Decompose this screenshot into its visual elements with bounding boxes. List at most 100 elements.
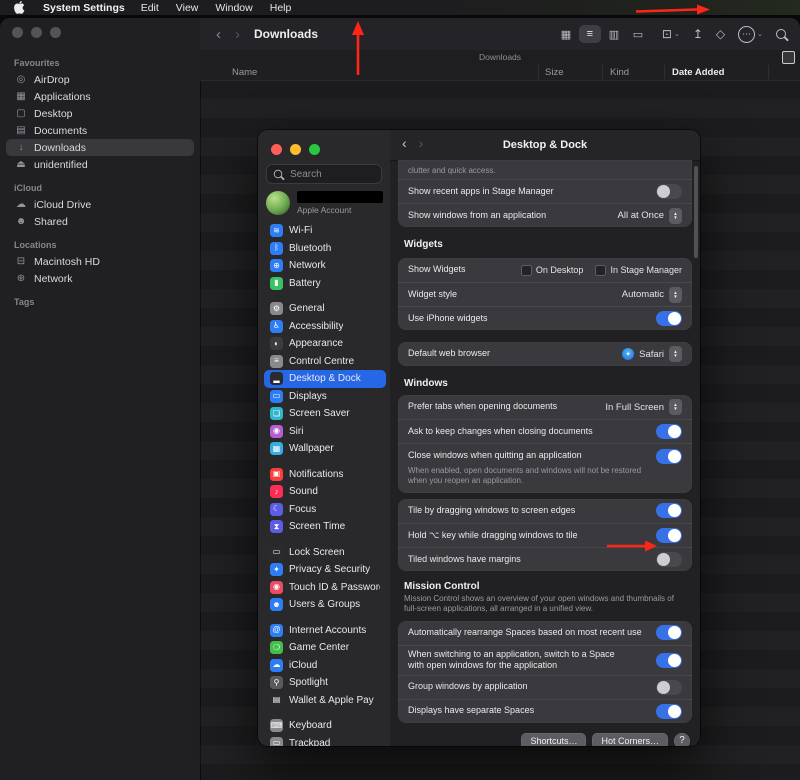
menu-item[interactable]: Edit [141, 2, 159, 14]
back-icon[interactable]: ‹ [402, 136, 407, 150]
list-view-icon[interactable]: ≡ [578, 25, 601, 43]
settings-sidebar-item[interactable]: ◉ Siri [264, 423, 386, 441]
settings-search-field[interactable] [266, 164, 382, 184]
toggle-group-windows[interactable] [656, 679, 682, 695]
column-header-size[interactable]: Size [545, 64, 563, 80]
menu-item[interactable]: Window [215, 2, 252, 14]
forward-icon[interactable]: › [235, 27, 240, 42]
zoom-button[interactable] [50, 27, 61, 38]
toggle-close-windows-on-quit[interactable] [656, 448, 682, 464]
finder-sidebar-item[interactable]: ▦ Applications [6, 88, 194, 105]
zoom-button[interactable] [309, 144, 320, 155]
select-widget-style[interactable]: Automatic ▲ ▼ [622, 286, 682, 303]
toggle-rearrange-spaces[interactable] [656, 625, 682, 641]
back-icon[interactable]: ‹ [216, 27, 221, 42]
close-button[interactable] [12, 27, 23, 38]
finder-sidebar-item[interactable]: ↓ Downloads [6, 139, 194, 156]
toggle-separate-spaces[interactable] [656, 703, 682, 719]
select-prefer-tabs[interactable]: In Full Screen ▲ ▼ [605, 399, 682, 415]
search-input[interactable] [288, 167, 372, 181]
finder-sidebar-item[interactable]: ▤ Documents [6, 122, 194, 139]
path-bar-button[interactable] [782, 51, 795, 64]
close-button[interactable] [271, 144, 282, 155]
toggle-switch-to-space[interactable] [656, 652, 682, 668]
checkbox-in-stage-manager[interactable] [595, 264, 607, 276]
checkbox-on-desktop[interactable] [520, 264, 532, 276]
finder-sidebar-item[interactable]: ⊟ Macintosh HD [6, 253, 194, 270]
column-view-icon[interactable]: ▥ [603, 25, 625, 43]
settings-sidebar-item[interactable]: ❍ Game Center [264, 639, 386, 657]
settings-sidebar-item[interactable]: ⚲ Spotlight [264, 674, 386, 692]
settings-sidebar-item[interactable]: ▭ Lock Screen [264, 544, 386, 562]
finder-sidebar-item[interactable]: ▢ Desktop [6, 105, 194, 122]
minimize-button[interactable] [31, 27, 42, 38]
settings-sidebar-item[interactable]: ᛒ Bluetooth [264, 240, 386, 258]
toggle-tile-by-dragging[interactable] [656, 503, 682, 519]
column-header-name[interactable]: Name [232, 64, 257, 80]
path-item[interactable]: Downloads [479, 52, 521, 62]
settings-sidebar-item[interactable]: ⚙ General [264, 300, 386, 318]
more-actions-icon[interactable]: ⋯ ⌄ [738, 25, 763, 43]
select-default-browser[interactable]: ✦ Safari ▲ ▼ [622, 346, 682, 362]
settings-sidebar-item[interactable]: ❏ Screen Saver [264, 405, 386, 423]
help-button[interactable]: ? [674, 732, 690, 746]
column-header-date-added[interactable]: Date Added [672, 64, 724, 80]
settings-sidebar-item[interactable]: ✦ Privacy & Security [264, 561, 386, 579]
settings-sidebar-item[interactable]: ▮ Battery [264, 275, 386, 293]
stepper-icon[interactable]: ▲ ▼ [669, 207, 682, 224]
settings-sidebar-item[interactable]: ☾ Focus [264, 501, 386, 519]
settings-sidebar-item[interactable]: ▭ Trackpad [264, 735, 386, 746]
account-row[interactable]: Apple Account [266, 188, 383, 218]
toggle-show-recent-apps[interactable] [656, 184, 682, 199]
settings-sidebar-item[interactable]: ◐ Appearance [264, 335, 386, 353]
icon-view-icon[interactable]: ▦ [555, 25, 577, 43]
scrollbar-thumb[interactable] [694, 166, 698, 258]
menu-item[interactable]: Help [270, 2, 292, 14]
settings-sidebar-item[interactable]: ≡ Control Centre [264, 353, 386, 371]
finder-sidebar-item[interactable]: ◎ AirDrop [6, 71, 194, 88]
column-divider[interactable] [664, 65, 665, 79]
stepper-icon[interactable]: ▲ ▼ [669, 399, 682, 415]
settings-sidebar-item[interactable]: ♿ Accessibility [264, 318, 386, 336]
settings-sidebar-item[interactable]: ▂ Desktop & Dock [264, 370, 386, 388]
share-icon[interactable]: ↥ [693, 27, 703, 41]
column-divider[interactable] [602, 65, 603, 79]
toggle-tiled-windows-margins[interactable] [656, 551, 682, 567]
finder-sidebar-item[interactable]: ⏏ unidentified [6, 156, 194, 173]
finder-sidebar-item[interactable]: ☁ iCloud Drive [6, 196, 194, 213]
column-header-kind[interactable]: Kind [610, 64, 629, 80]
column-divider[interactable] [538, 65, 539, 79]
settings-sidebar-item[interactable]: ⧗ Screen Time [264, 518, 386, 536]
search-icon[interactable] [776, 29, 786, 39]
group-by-icon[interactable]: ⊡ ⌄ [662, 27, 680, 41]
toggle-ask-to-keep-changes[interactable] [656, 424, 682, 439]
settings-sidebar-item[interactable]: ♪ Sound [264, 483, 386, 501]
finder-sidebar-item[interactable]: ⊕ Network [6, 270, 194, 287]
menu-app-name[interactable]: System Settings [43, 2, 125, 14]
settings-sidebar-item[interactable]: ⊕ Network [264, 257, 386, 275]
select-show-windows[interactable]: All at Once ▲ ▼ [618, 207, 682, 224]
shortcuts-button[interactable]: Shortcuts… [521, 732, 587, 746]
hot-corners-button[interactable]: Hot Corners… [592, 732, 668, 746]
forward-icon[interactable]: › [419, 136, 424, 150]
menu-item[interactable]: View [176, 2, 199, 14]
finder-sidebar-item[interactable]: ☻ Shared [6, 213, 194, 230]
settings-sidebar-item[interactable]: ☁ iCloud [264, 657, 386, 675]
apple-menu-icon[interactable] [14, 1, 25, 14]
tag-icon[interactable]: ◇ [716, 27, 725, 41]
settings-sidebar-item[interactable]: ▭ Displays [264, 388, 386, 406]
settings-sidebar-item[interactable]: ⌨ Keyboard [264, 717, 386, 735]
minimize-button[interactable] [290, 144, 301, 155]
settings-sidebar-item[interactable]: ▣ Notifications [264, 466, 386, 484]
gallery-view-icon[interactable]: ▭ [627, 25, 649, 43]
settings-sidebar-item[interactable]: ◉ Touch ID & Password [264, 579, 386, 597]
settings-sidebar-item[interactable]: ▦ Wallpaper [264, 440, 386, 458]
settings-sidebar-item[interactable]: ☻ Users & Groups [264, 596, 386, 614]
settings-sidebar-item[interactable]: ≋ Wi-Fi [264, 222, 386, 240]
stepper-icon[interactable]: ▲ ▼ [669, 346, 682, 362]
toggle-use-iphone-widgets[interactable] [656, 311, 682, 326]
settings-sidebar-item[interactable]: ▤ Wallet & Apple Pay [264, 692, 386, 710]
column-divider[interactable] [768, 65, 769, 79]
toggle-hold-option-to-tile[interactable] [656, 527, 682, 543]
stepper-icon[interactable]: ▲ ▼ [669, 286, 682, 303]
